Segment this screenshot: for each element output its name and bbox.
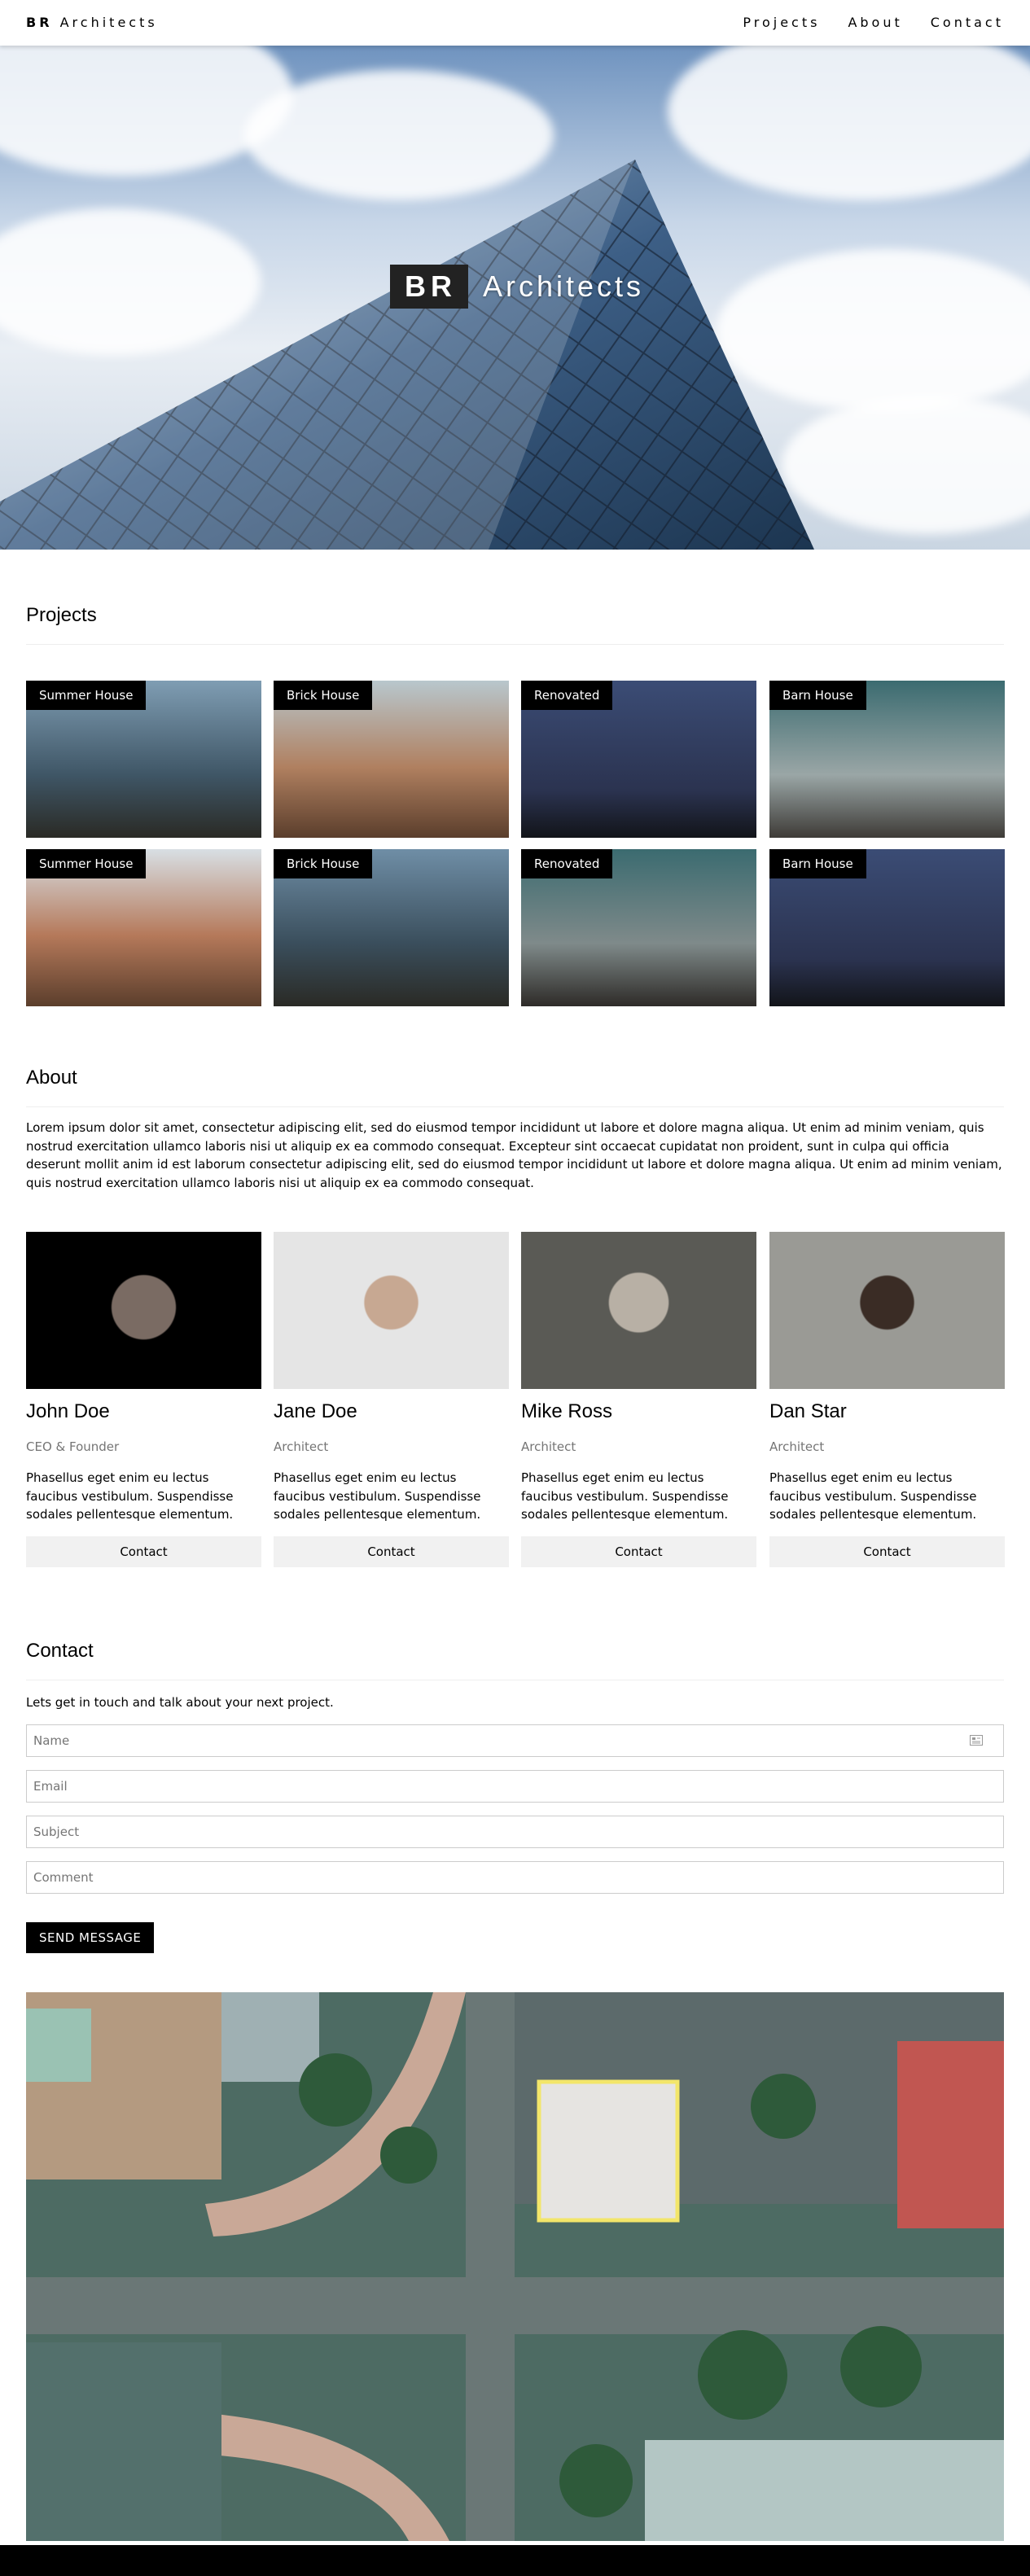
project-label: Summer House	[26, 849, 147, 878]
contact-card-icon	[970, 1735, 983, 1746]
team-member-name: John Doe	[26, 1400, 110, 1422]
nav-links: Projects About Contact	[715, 15, 1004, 30]
projects-heading: Projects	[26, 604, 97, 626]
project-label: Barn House	[769, 849, 866, 878]
project-card[interactable]: Summer House	[26, 849, 261, 1006]
send-message-button[interactable]: SEND MESSAGE	[26, 1922, 155, 1953]
project-label: Brick House	[274, 849, 373, 878]
project-card[interactable]: Summer House	[26, 681, 261, 838]
brand-link[interactable]: BR Architects	[26, 15, 158, 30]
team-photo	[769, 1232, 1005, 1389]
team-member-role: Architect	[521, 1439, 576, 1454]
top-navbar: BR Architects Projects About Contact	[0, 0, 1030, 46]
brand-bold: BR	[26, 15, 53, 30]
project-label: Brick House	[274, 681, 373, 710]
team-member-description: Phasellus eget enim eu lectus faucibus v…	[769, 1470, 977, 1522]
projects-divider	[26, 644, 1004, 645]
team-member-role: Architect	[769, 1439, 825, 1454]
hero-logo-word: Architects	[483, 269, 645, 303]
team-member-role: CEO & Founder	[26, 1439, 120, 1454]
team-member-description: Phasellus eget enim eu lectus faucibus v…	[274, 1470, 481, 1522]
subject-field[interactable]	[26, 1816, 1004, 1848]
about-heading: About	[26, 1067, 77, 1089]
project-label: Summer House	[26, 681, 147, 710]
project-label: Renovated	[521, 849, 613, 878]
team-contact-button[interactable]: Contact	[26, 1536, 261, 1567]
map-image	[26, 1992, 1004, 2541]
project-label: Barn House	[769, 681, 866, 710]
team-photo	[274, 1232, 509, 1389]
about-text: Lorem ipsum dolor sit amet, consectetur …	[26, 1120, 1002, 1190]
team-member-name: Dan Star	[769, 1400, 847, 1422]
project-card[interactable]: Renovated	[521, 681, 756, 838]
project-card[interactable]: Brick House	[274, 849, 509, 1006]
hero-image: BR Architects	[0, 46, 1030, 550]
brand-text: Architects	[59, 15, 158, 30]
team-contact-button[interactable]: Contact	[274, 1536, 509, 1567]
project-label: Renovated	[521, 681, 613, 710]
team-member-role: Architect	[274, 1439, 329, 1454]
contact-lead-text: Lets get in touch and talk about your ne…	[26, 1695, 334, 1710]
team-member-description: Phasellus eget enim eu lectus faucibus v…	[26, 1470, 234, 1522]
about-divider	[26, 1106, 1004, 1107]
hero-title: BR Architects	[390, 265, 644, 309]
page: { "nav": { "brand_bold": "BR", "brand_re…	[0, 0, 1030, 2576]
email-field[interactable]	[26, 1770, 1004, 1803]
team-member-name: Jane Doe	[274, 1400, 357, 1422]
nav-link-about[interactable]: About	[848, 15, 902, 30]
project-card[interactable]: Barn House	[769, 849, 1005, 1006]
team-member-name: Mike Ross	[521, 1400, 613, 1422]
team-photo	[26, 1232, 261, 1389]
aerial-map-graphic	[26, 1992, 1004, 2541]
comment-field[interactable]	[26, 1861, 1004, 1894]
team-contact-button[interactable]: Contact	[521, 1536, 756, 1567]
name-field[interactable]	[26, 1724, 1004, 1757]
hero-logo-box: BR	[390, 265, 468, 309]
team-member-description: Phasellus eget enim eu lectus faucibus v…	[521, 1470, 729, 1522]
project-card[interactable]: Brick House	[274, 681, 509, 838]
project-card[interactable]: Barn House	[769, 681, 1005, 838]
contact-heading: Contact	[26, 1640, 94, 1662]
team-contact-button[interactable]: Contact	[769, 1536, 1005, 1567]
footer-bar	[0, 2545, 1030, 2576]
nav-link-contact[interactable]: Contact	[931, 15, 1004, 30]
team-photo	[521, 1232, 756, 1389]
nav-link-projects[interactable]: Projects	[743, 15, 820, 30]
project-card[interactable]: Renovated	[521, 849, 756, 1006]
